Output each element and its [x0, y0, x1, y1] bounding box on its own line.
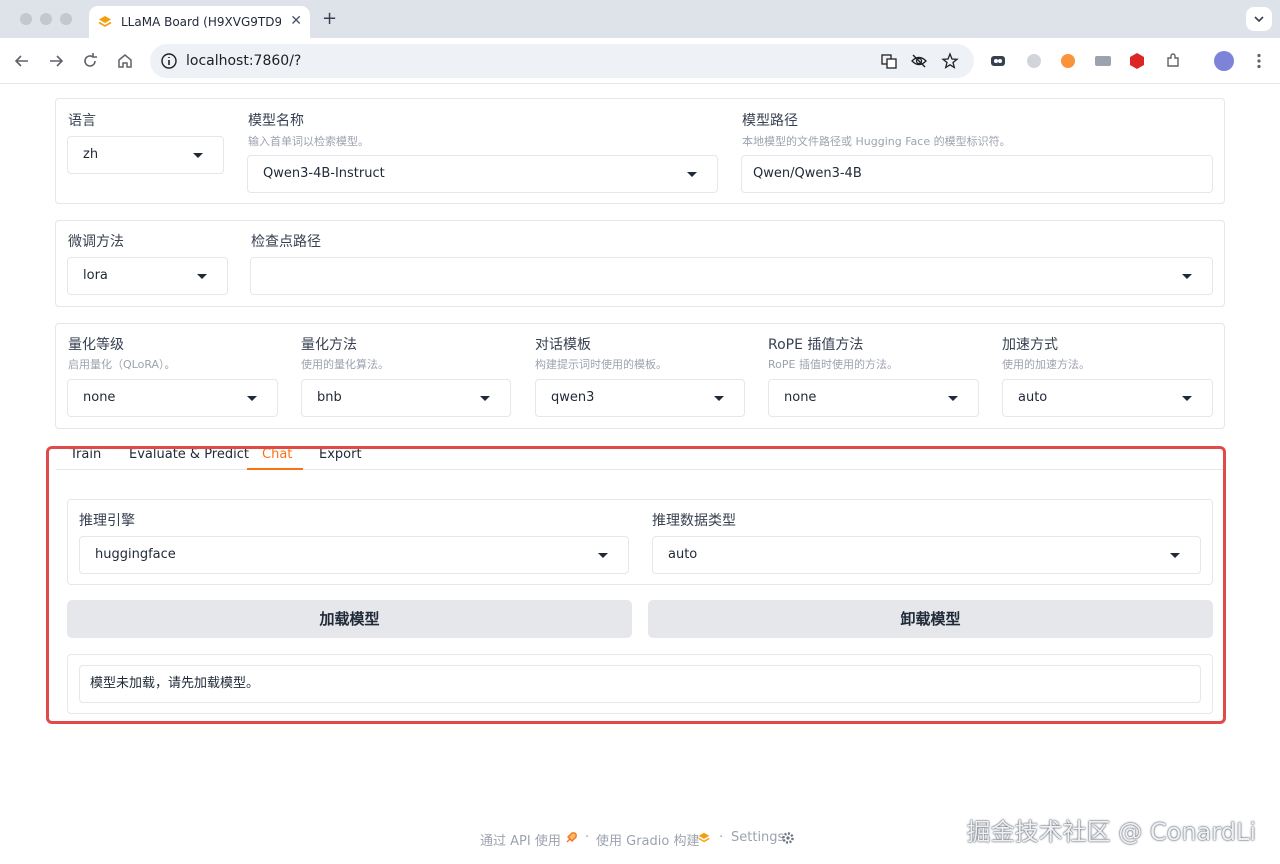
dropdown-caret-icon: [1182, 396, 1192, 401]
browser-tabstrip: LLaMA Board (H9XVG9TD99 ✕ +: [0, 0, 1280, 38]
extension-icon[interactable]: [1128, 52, 1146, 70]
finetune-method-label: 微调方法: [68, 234, 124, 250]
template-value: qwen3: [551, 390, 595, 405]
model-path-info: 本地模型的文件路径或 Hugging Face 的模型标识符。: [742, 135, 1011, 148]
lang-dropdown[interactable]: zh: [67, 136, 224, 174]
footer-api-link[interactable]: 通过 API 使用: [480, 830, 561, 849]
dropdown-caret-icon: [1182, 274, 1192, 279]
home-icon[interactable]: [115, 51, 135, 71]
model-name-info: 输入首单词以检索模型。: [248, 135, 369, 148]
model-name-dropdown[interactable]: Qwen3-4B-Instruct: [247, 155, 718, 193]
tab-close-icon[interactable]: ✕: [290, 13, 302, 29]
footer-settings-link[interactable]: Settings: [731, 830, 784, 845]
rope-label: RoPE 插值方法: [768, 337, 864, 353]
checkpoint-label: 检查点路径: [251, 234, 321, 250]
dropdown-caret-icon: [193, 153, 203, 158]
gradio-favicon-icon: [98, 16, 112, 27]
eye-off-icon[interactable]: [910, 52, 928, 70]
quant-method-info: 使用的量化算法。: [301, 358, 389, 371]
address-bar[interactable]: localhost:7860/?: [150, 44, 974, 78]
quant-method-label: 量化方法: [301, 337, 357, 353]
chevron-down-icon: [1254, 16, 1264, 23]
footer-separator: ·: [585, 830, 590, 845]
translate-icon[interactable]: [880, 52, 898, 70]
red-annotation-frame: [46, 446, 1226, 724]
window-zoom-dot[interactable]: [60, 13, 72, 25]
extension-icon[interactable]: [1059, 52, 1077, 70]
watermark-text: 掘金技术社区 @ ConardLi: [966, 818, 1256, 846]
model-path-input[interactable]: Qwen/Qwen3-4B: [741, 155, 1213, 193]
tab-title: LLaMA Board (H9XVG9TD99: [121, 15, 281, 29]
template-info: 构建提示词时使用的模板。: [535, 358, 667, 371]
lang-value: zh: [83, 147, 99, 162]
browser-toolbar: localhost:7860/?: [0, 38, 1280, 84]
crx-extension-icon[interactable]: [1094, 52, 1112, 70]
model-name-label: 模型名称: [248, 113, 304, 129]
quant-level-dropdown[interactable]: none: [67, 379, 278, 417]
template-dropdown[interactable]: qwen3: [535, 379, 745, 417]
dropdown-caret-icon: [714, 396, 724, 401]
dropdown-caret-icon: [247, 396, 257, 401]
extension-icon[interactable]: [989, 52, 1007, 70]
finetune-method-value: lora: [83, 268, 108, 283]
rope-dropdown[interactable]: none: [768, 379, 979, 417]
model-path-value: Qwen/Qwen3-4B: [753, 166, 862, 181]
window-minimize-dot[interactable]: [40, 13, 52, 25]
kebab-menu-icon[interactable]: [1250, 52, 1268, 70]
back-icon[interactable]: [12, 51, 32, 71]
quant-level-info: 启用量化（QLoRA）。: [68, 358, 176, 371]
rocket-icon: [566, 832, 577, 843]
reload-icon[interactable]: [80, 51, 100, 71]
quant-method-dropdown[interactable]: bnb: [301, 379, 511, 417]
finetune-method-dropdown[interactable]: lora: [67, 257, 228, 295]
bookmark-star-icon[interactable]: [941, 52, 959, 70]
dropdown-caret-icon: [687, 172, 697, 177]
lang-label: 语言: [68, 113, 96, 129]
booster-label: 加速方式: [1002, 337, 1058, 353]
gradio-logo-icon: [698, 832, 710, 843]
quant-level-label: 量化等级: [68, 337, 124, 353]
tab-search-button[interactable]: [1246, 7, 1272, 31]
footer-separator: ·: [719, 830, 724, 845]
booster-dropdown[interactable]: auto: [1002, 379, 1213, 417]
window-close-dot[interactable]: [20, 13, 32, 25]
url-text[interactable]: localhost:7860/?: [186, 53, 301, 69]
rope-value: none: [784, 390, 817, 405]
site-info-icon[interactable]: [160, 52, 178, 70]
rope-info: RoPE 插值时使用的方法。: [768, 358, 898, 371]
quant-method-value: bnb: [317, 390, 342, 405]
new-tab-icon[interactable]: +: [322, 8, 337, 29]
quant-level-value: none: [83, 390, 116, 405]
profile-avatar[interactable]: [1214, 51, 1234, 71]
browser-tab[interactable]: LLaMA Board (H9XVG9TD99 ✕: [89, 6, 310, 38]
model-path-label: 模型路径: [742, 113, 798, 129]
extension-icon[interactable]: [1025, 52, 1043, 70]
forward-icon[interactable]: [46, 51, 66, 71]
booster-info: 使用的加速方法。: [1002, 358, 1090, 371]
checkpoint-dropdown[interactable]: [250, 257, 1213, 295]
booster-value: auto: [1018, 390, 1048, 405]
template-label: 对话模板: [535, 337, 591, 353]
puzzle-icon[interactable]: [1164, 52, 1182, 70]
footer-gradio-link[interactable]: 使用 Gradio 构建: [596, 830, 699, 849]
model-name-value: Qwen3-4B-Instruct: [263, 166, 385, 181]
dropdown-caret-icon: [948, 396, 958, 401]
gear-icon[interactable]: [781, 831, 795, 845]
dropdown-caret-icon: [480, 396, 490, 401]
dropdown-caret-icon: [197, 274, 207, 279]
